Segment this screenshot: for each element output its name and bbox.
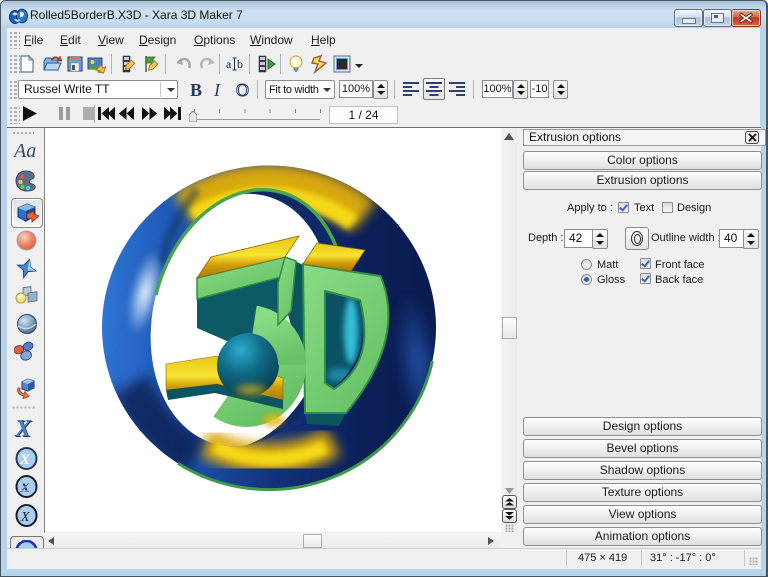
svg-text:X: X bbox=[19, 480, 31, 496]
svg-text:X: X bbox=[19, 452, 31, 468]
svg-text:X: X bbox=[20, 510, 30, 525]
svg-text:a: a bbox=[226, 57, 232, 71]
svg-text:b: b bbox=[237, 57, 243, 71]
